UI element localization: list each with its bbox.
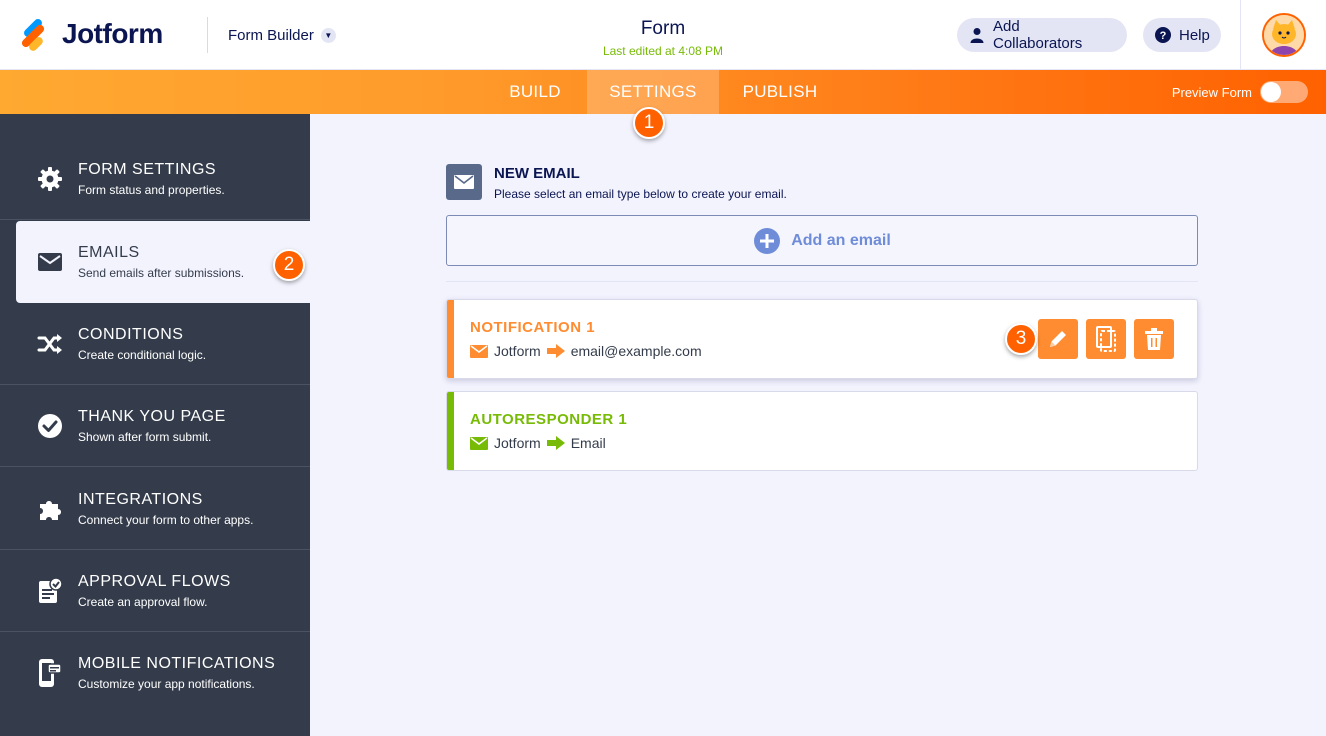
email-card-route: Jotform email@example.com	[470, 343, 702, 359]
gear-icon	[36, 165, 64, 193]
envelope-icon	[470, 344, 488, 358]
email-card-notification[interactable]: NOTIFICATION 1 Jotform email@example.com	[446, 299, 1198, 379]
sidebar-item-desc: Shown after form submit.	[78, 429, 212, 444]
cat-avatar-icon	[1264, 15, 1304, 55]
new-email-heading: NEW EMAIL	[494, 165, 580, 182]
sidebar-item-title: FORM SETTINGS	[78, 160, 217, 178]
step-badge-3: 3	[1005, 323, 1037, 355]
chevron-down-icon: ▼	[320, 28, 336, 43]
check-circle-icon	[36, 412, 64, 440]
user-icon	[970, 28, 984, 43]
jotform-logo-icon	[18, 17, 50, 53]
preview-form-control[interactable]: Preview Form	[1172, 81, 1308, 103]
add-email-button[interactable]: Add an email	[446, 215, 1198, 266]
settings-sidebar: FORM SETTINGS Form status and properties…	[0, 114, 310, 736]
preview-form-toggle[interactable]	[1260, 81, 1308, 103]
sidebar-item-emails[interactable]: EMAILS Send emails after submissions.	[16, 221, 310, 303]
content-divider	[446, 281, 1198, 282]
sidebar-item-desc: Form status and properties.	[78, 182, 225, 197]
delete-email-button[interactable]	[1134, 319, 1174, 359]
last-edited-text: Last edited at 4:08 PM	[602, 44, 724, 58]
form-title-block: Form Last edited at 4:08 PM	[563, 18, 763, 58]
email-to: Email	[570, 435, 606, 451]
email-card-title: AUTORESPONDER 1	[470, 411, 628, 428]
new-email-icon	[446, 164, 482, 200]
puzzle-icon	[36, 495, 64, 523]
sidebar-item-approval-flows[interactable]: APPROVAL FLOWS Create an approval flow.	[0, 550, 310, 632]
approval-document-icon	[36, 576, 64, 605]
card-accent-bar	[447, 392, 454, 470]
pencil-icon	[1050, 331, 1066, 347]
new-email-description: Please select an email type below to cre…	[494, 187, 787, 201]
email-card-title: NOTIFICATION 1	[470, 319, 596, 336]
builder-navbar: BUILD SETTINGS PUBLISH Preview Form	[0, 70, 1326, 114]
envelope-icon	[470, 436, 488, 450]
help-icon: ?	[1155, 27, 1171, 43]
arrow-right-icon	[546, 436, 565, 450]
clone-icon	[1096, 326, 1116, 352]
sidebar-item-mobile-notifications[interactable]: MOBILE NOTIFICATIONS Customize your app …	[0, 632, 310, 714]
sidebar-item-title: THANK YOU PAGE	[78, 407, 226, 425]
form-builder-label: Form Builder	[228, 27, 314, 44]
arrow-right-icon	[546, 344, 565, 358]
sidebar-item-title: APPROVAL FLOWS	[78, 572, 231, 590]
step-badge-1: 1	[633, 107, 665, 139]
form-title[interactable]: Form	[563, 18, 763, 40]
top-header: Jotform Form Builder ▼ Form Last edited …	[0, 0, 1326, 70]
mobile-notification-icon	[36, 659, 64, 687]
sidebar-item-desc: Create conditional logic.	[78, 347, 207, 362]
sidebar-item-title: MOBILE NOTIFICATIONS	[78, 655, 276, 672]
trash-icon	[1145, 328, 1163, 350]
email-card-actions	[1038, 319, 1174, 359]
sidebar-item-title: CONDITIONS	[78, 325, 184, 343]
sidebar-item-title: INTEGRATIONS	[78, 490, 203, 508]
jotform-logo[interactable]: Jotform	[18, 17, 163, 53]
logo-text: Jotform	[62, 18, 163, 49]
sidebar-item-title: EMAILS	[78, 244, 140, 261]
edit-email-button[interactable]	[1038, 319, 1078, 359]
email-from: Jotform	[494, 435, 541, 451]
add-collaborators-button[interactable]: Add Collaborators	[957, 18, 1127, 52]
sidebar-item-desc: Send emails after submissions.	[78, 266, 245, 280]
shuffle-icon	[36, 330, 64, 358]
sidebar-item-integrations[interactable]: INTEGRATIONS Connect your form to other …	[0, 468, 310, 550]
sidebar-item-desc: Connect your form to other apps.	[78, 512, 254, 527]
add-collaborators-label: Add Collaborators	[993, 18, 1083, 52]
sidebar-item-form-settings[interactable]: FORM SETTINGS Form status and properties…	[0, 138, 310, 220]
tab-build[interactable]: BUILD	[495, 70, 575, 114]
preview-form-label: Preview Form	[1171, 84, 1252, 100]
sidebar-item-desc: Customize your app notifications.	[78, 677, 255, 691]
tab-publish[interactable]: PUBLISH	[735, 70, 825, 114]
sidebar-item-conditions[interactable]: CONDITIONS Create conditional logic.	[0, 303, 310, 385]
add-email-label: Add an email	[791, 231, 891, 249]
email-card-route: Jotform Email	[470, 435, 606, 451]
header-divider	[207, 17, 208, 53]
form-builder-dropdown[interactable]: Form Builder ▼	[228, 27, 336, 44]
email-card-autoresponder[interactable]: AUTORESPONDER 1 Jotform Email	[446, 391, 1198, 471]
help-button[interactable]: ? Help	[1143, 18, 1221, 52]
plus-circle-icon	[754, 227, 781, 254]
help-label: Help	[1179, 26, 1210, 44]
sidebar-item-desc: Create an approval flow.	[78, 594, 208, 609]
email-from: Jotform	[494, 343, 541, 359]
email-to: email@example.com	[570, 343, 702, 359]
svg-text:?: ?	[1160, 30, 1167, 42]
avatar[interactable]	[1262, 13, 1306, 57]
sidebar-item-thank-you-page[interactable]: THANK YOU PAGE Shown after form submit.	[0, 385, 310, 467]
card-accent-bar	[447, 300, 454, 378]
clone-email-button[interactable]	[1086, 319, 1126, 359]
header-divider-right	[1240, 0, 1241, 70]
envelope-icon	[36, 248, 64, 276]
step-badge-2: 2	[273, 249, 305, 281]
